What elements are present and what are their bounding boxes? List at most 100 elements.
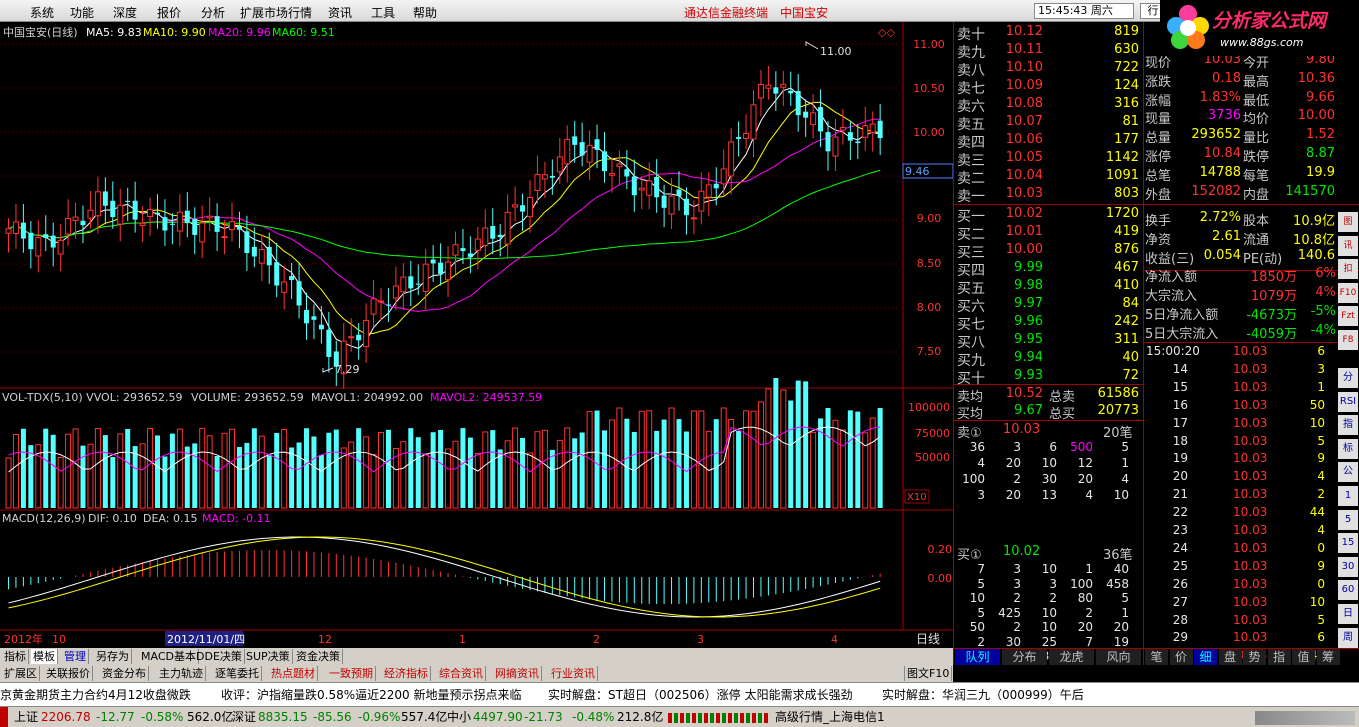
- ticker-item[interactable]: 实时解盘：ST超日（002506）涨停 太阳能需求成长强劲: [548, 683, 853, 707]
- chart-svg[interactable]: 中国宝安(日线) MA5: 9.83 MA10: 9.90 MA20: 9.96…: [0, 22, 954, 648]
- server-status[interactable]: 高级行情_上海电信1: [775, 707, 885, 727]
- tab-related-quote[interactable]: 关联报价: [44, 666, 93, 681]
- tab-industry-news[interactable]: 行业资讯: [549, 666, 598, 681]
- tick-time: 21: [1172, 487, 1188, 502]
- chart-panel[interactable]: 中国宝安(日线) MA5: 9.83 MA10: 9.90 MA20: 9.96…: [0, 22, 954, 648]
- tick-tab[interactable]: 指: [1267, 649, 1291, 665]
- tab-fund[interactable]: 资金决策: [294, 649, 343, 664]
- queue-tab[interactable]: 风向: [1096, 649, 1141, 665]
- queue-tab[interactable]: 龙虎: [1049, 649, 1094, 665]
- candle-body: [668, 195, 675, 215]
- ticker-item[interactable]: 实时解盘：华润三九（000999）午后: [882, 683, 1084, 707]
- ticker-item[interactable]: 京黄金期货主力合约4月12收盘微跌: [0, 683, 191, 707]
- side-tool-icon[interactable]: 60: [1338, 580, 1358, 601]
- candle-body: [430, 259, 436, 264]
- tab-consensus[interactable]: 一致预期: [327, 666, 376, 681]
- tab-news[interactable]: 综合资讯: [437, 666, 486, 681]
- tab-indicator[interactable]: 指标: [2, 649, 29, 664]
- tab-save-as[interactable]: 另存为: [94, 649, 132, 664]
- tab-f10[interactable]: 图文F10: [904, 666, 953, 681]
- side-tool-icon[interactable]: F8: [1338, 330, 1358, 350]
- diamond-icon[interactable]: ◇◇: [878, 26, 895, 39]
- side-tool-icon[interactable]: 周: [1338, 627, 1358, 648]
- tab-extension[interactable]: 扩展区: [2, 666, 40, 681]
- tab-fund-distribution[interactable]: 资金分布: [100, 666, 149, 681]
- volume-bar: [400, 441, 407, 509]
- tick-tab[interactable]: 值: [1292, 649, 1315, 665]
- side-tool-icon[interactable]: 指: [1338, 415, 1358, 436]
- tick-tab[interactable]: 笔: [1145, 649, 1168, 665]
- tab-main-track[interactable]: 主力轨迹: [157, 666, 206, 681]
- candle-body: [102, 191, 108, 206]
- tab-dde[interactable]: DDE决策: [194, 649, 245, 664]
- menu-system[interactable]: 系统: [30, 4, 54, 21]
- menu-help[interactable]: 帮助: [413, 4, 437, 21]
- side-tool-icon[interactable]: 分: [1338, 368, 1358, 388]
- menu-extended-market[interactable]: 扩展市场行情: [240, 4, 312, 21]
- volume-bar: [274, 433, 280, 508]
- queue-tab[interactable]: 队列: [955, 649, 1000, 665]
- tab-manage[interactable]: 管理: [62, 649, 89, 664]
- tick-tab[interactable]: 筹: [1316, 649, 1340, 665]
- tab-hot-topics[interactable]: 热点题材: [269, 666, 318, 681]
- menu-depth[interactable]: 深度: [113, 4, 137, 21]
- kline-moving-averages: [8, 87, 881, 349]
- ma5-line: [8, 87, 881, 349]
- menu-analysis[interactable]: 分析: [201, 4, 225, 21]
- volume-bar: [504, 440, 511, 509]
- ticker-item[interactable]: 收评：沪指缩量跌0.58%逼近2200 新地量预示拐点来临: [221, 683, 521, 707]
- bid-price: 9.97: [1014, 296, 1043, 311]
- menu-function[interactable]: 功能: [70, 4, 94, 21]
- tab-template[interactable]: 模板: [31, 649, 58, 664]
- bid-queue-cell: 2: [977, 634, 985, 649]
- ask-queue-cell: 13: [1041, 488, 1057, 502]
- side-tool-icon[interactable]: 30: [1338, 556, 1358, 577]
- side-tool-icon[interactable]: 讯: [1338, 235, 1358, 256]
- volume-bar: [482, 431, 489, 509]
- tray-icons[interactable]: [1255, 711, 1355, 725]
- side-tool-icon[interactable]: 1: [1338, 486, 1358, 506]
- menu-tools[interactable]: 工具: [371, 4, 395, 21]
- period-label[interactable]: 日线: [916, 632, 940, 646]
- candle-body: [57, 239, 64, 255]
- side-tool-icon[interactable]: 5: [1338, 509, 1358, 530]
- side-tool-icon[interactable]: F10: [1338, 282, 1358, 303]
- tick-time: 15: [1172, 379, 1188, 394]
- ask-queue-cell: 5: [1121, 440, 1129, 454]
- candle-body: [780, 83, 787, 88]
- tick-tab[interactable]: 盘: [1218, 649, 1242, 665]
- tab-economy[interactable]: 经济指标: [382, 666, 431, 681]
- side-tool-icon[interactable]: 15: [1338, 533, 1358, 554]
- tab-order-detail[interactable]: 逐笔委托: [213, 666, 262, 681]
- side-tool-icon[interactable]: 标: [1338, 438, 1358, 459]
- flow-value: 1850万: [1250, 270, 1297, 285]
- side-tool-icon[interactable]: 日: [1338, 604, 1358, 624]
- ask-queue-count: 20笔: [1103, 426, 1133, 441]
- menu-news[interactable]: 资讯: [328, 4, 352, 21]
- flow-label: 净流入额: [1145, 270, 1198, 285]
- side-tool-icon[interactable]: RSI: [1338, 391, 1358, 412]
- news-ticker[interactable]: 京黄金期货主力合约4月12收盘微跌 收评：沪指缩量跌0.58%逼近2200 新地…: [0, 682, 1359, 706]
- chart-frame: [0, 22, 953, 631]
- queue-tab[interactable]: 分布: [1002, 649, 1047, 665]
- extension-tabs: 扩展区 关联报价 资金分布 主力轨迹 逐笔委托 热点题材 一致预期 经济指标 综…: [0, 665, 953, 682]
- total-bid-label: 总买: [1049, 407, 1076, 422]
- side-tool-icon[interactable]: 图: [1338, 212, 1358, 232]
- tab-sup[interactable]: SUP决策: [244, 649, 293, 664]
- side-tool-icon[interactable]: 公: [1338, 462, 1358, 483]
- tab-web-news[interactable]: 网摘资讯: [493, 666, 542, 681]
- x-label: 12: [318, 633, 332, 646]
- side-tool-icon[interactable]: Fzt: [1338, 306, 1358, 327]
- side-tool-icon[interactable]: 扣: [1338, 259, 1358, 280]
- candle-body: [326, 329, 332, 357]
- tick-tab[interactable]: 势: [1243, 649, 1266, 665]
- tab-macd-basic[interactable]: MACD基本: [139, 649, 199, 664]
- bid-queue-cell: 50: [969, 620, 985, 634]
- tick-tab[interactable]: 细: [1194, 649, 1217, 665]
- menu-quote[interactable]: 报价: [157, 4, 181, 21]
- volume-bar: [430, 432, 436, 508]
- bid-queue-cell: 2: [1085, 605, 1093, 620]
- x-label: 2012年: [4, 632, 43, 646]
- ask-label: 卖一: [957, 189, 985, 205]
- tick-tab[interactable]: 价: [1169, 649, 1193, 665]
